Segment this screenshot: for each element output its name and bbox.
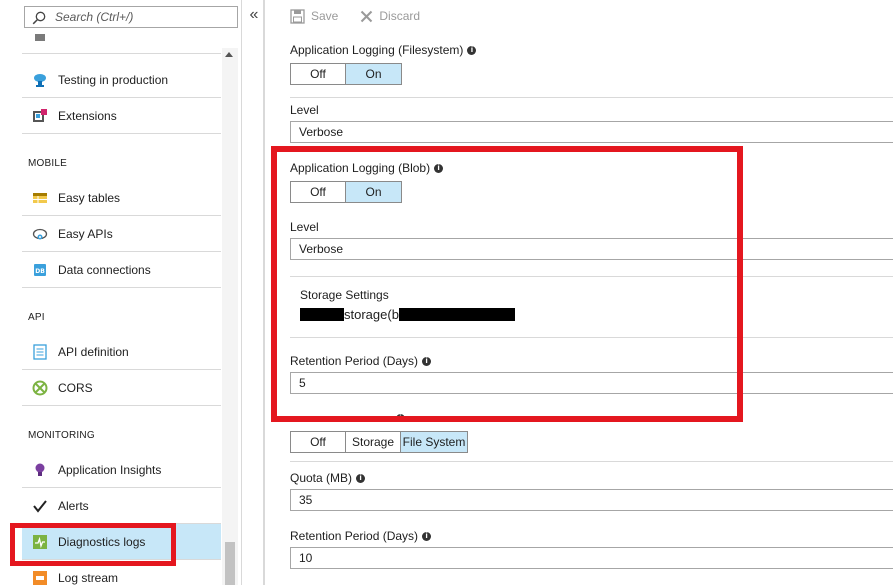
redaction-bar	[398, 308, 515, 321]
sidebar-item-data-connections[interactable]: DB Data connections	[22, 252, 221, 288]
section-header-api: API	[28, 312, 45, 323]
retention-filesystem-text: Retention Period (Days)	[290, 529, 419, 543]
sidebar-item-log-stream[interactable]: Log stream	[22, 560, 221, 585]
svg-text:DB: DB	[35, 268, 45, 275]
document-icon	[32, 343, 48, 360]
sidebar-item-extensions[interactable]: Extensions	[22, 98, 221, 134]
sidebar-item-label: Data connections	[58, 262, 151, 277]
separator	[290, 337, 893, 338]
separator	[290, 461, 893, 462]
app-logging-filesystem-label: Application Logging (Filesystem) i	[290, 43, 477, 57]
retention-blob-text: Retention Period (Days)	[290, 354, 419, 368]
scrollbar-thumb[interactable]	[225, 542, 235, 585]
sidebar-item-easy-tables[interactable]: Easy tables	[22, 180, 221, 216]
storage-account-text: storage(b	[344, 307, 399, 322]
info-icon[interactable]: i	[422, 356, 432, 366]
toggle-off-option[interactable]: Off	[291, 432, 346, 452]
sidebar-item-application-insights[interactable]: Application Insights	[22, 452, 221, 488]
cloud-flask-icon	[32, 72, 48, 88]
sidebar-item-label: Diagnostics logs	[58, 534, 146, 549]
info-icon: i	[396, 414, 405, 418]
retention-blob-label: Retention Period (Days) i	[290, 354, 432, 368]
sidebar-item-easy-apis[interactable]: Easy APIs	[22, 216, 221, 252]
redaction-bar	[300, 308, 344, 321]
retention-blob-input[interactable]: 5	[290, 372, 893, 394]
web-server-logging-label: i	[290, 411, 405, 418]
retention-filesystem-input[interactable]: 10	[290, 547, 893, 569]
command-bar: Save Discard	[290, 6, 442, 26]
checkmark-icon	[32, 498, 48, 514]
app-logging-filesystem-text: Application Logging (Filesystem)	[290, 43, 464, 57]
blade-divider	[263, 0, 265, 585]
sidebar-item-label: Easy tables	[58, 190, 121, 205]
sidebar-item-label: Easy APIs	[58, 226, 113, 241]
toggle-off-option[interactable]: Off	[291, 64, 346, 84]
storage-settings-value[interactable]: storage(b	[300, 307, 515, 322]
toggle-off-option[interactable]: Off	[291, 182, 346, 202]
app-logging-filesystem-toggle[interactable]: Off On	[290, 63, 402, 85]
cloud-api-icon	[32, 226, 48, 242]
info-icon[interactable]: i	[356, 473, 366, 483]
collapse-menu-button[interactable]: «	[246, 5, 262, 25]
info-icon[interactable]: i	[422, 531, 432, 541]
search-input[interactable]	[55, 8, 233, 26]
extensions-icon	[32, 108, 48, 124]
sidebar-item-partial[interactable]	[22, 34, 221, 54]
separator	[290, 97, 893, 98]
separator	[290, 276, 893, 277]
partial-icon	[32, 34, 48, 44]
sidebar-scrollbar[interactable]	[222, 48, 238, 585]
sidebar-item-label: CORS	[58, 380, 93, 395]
info-icon[interactable]: i	[467, 45, 477, 55]
save-label: Save	[311, 9, 339, 23]
app-logging-blob-toggle[interactable]: Off On	[290, 181, 402, 203]
sidebar-item-label: API definition	[58, 344, 129, 359]
sidebar-item-api-definition[interactable]: API definition	[22, 334, 221, 370]
info-icon[interactable]: i	[434, 163, 444, 173]
sidebar-item-label: Extensions	[58, 108, 117, 123]
level-filesystem-select[interactable]: Verbose	[290, 121, 893, 143]
sidebar-item-label: Log stream	[58, 570, 119, 585]
sidebar-item-cors[interactable]: CORS	[22, 370, 221, 406]
toggle-file-system-option[interactable]: File System	[401, 432, 467, 452]
section-header-mobile: MOBILE	[28, 158, 67, 169]
save-icon	[290, 8, 305, 24]
table-icon	[32, 190, 48, 206]
discard-label: Discard	[379, 9, 421, 23]
section-header-monitoring: MONITORING	[28, 430, 95, 441]
discard-button[interactable]: Discard	[360, 9, 420, 23]
diagnostics-icon	[32, 534, 48, 550]
toggle-on-option[interactable]: On	[346, 182, 401, 202]
scroll-up-arrow-icon[interactable]	[225, 52, 233, 57]
menu-list: Testing in production Extensions MOBILE	[22, 34, 221, 585]
quota-label: Quota (MB) i	[290, 471, 366, 485]
log-stream-icon	[32, 570, 48, 585]
sidebar-item-alerts[interactable]: Alerts	[22, 488, 221, 524]
cors-icon	[32, 380, 48, 396]
level-filesystem-label: Level	[290, 103, 319, 117]
toggle-storage-option[interactable]: Storage	[346, 432, 401, 452]
sidebar-item-label: Alerts	[58, 498, 89, 513]
quota-input[interactable]: 35	[290, 489, 893, 511]
lightbulb-icon	[32, 462, 48, 478]
sidebar-item-label: Testing in production	[58, 72, 169, 87]
level-blob-select[interactable]: Verbose	[290, 238, 893, 260]
sidebar-item-diagnostics-logs[interactable]: Diagnostics logs	[22, 524, 221, 560]
close-icon	[361, 10, 373, 22]
level-blob-label: Level	[290, 220, 319, 234]
database-icon: DB	[32, 262, 48, 278]
resource-menu: Testing in production Extensions MOBILE	[0, 0, 242, 585]
storage-settings-label: Storage Settings	[300, 288, 389, 302]
quota-text: Quota (MB)	[290, 471, 353, 485]
app-logging-blob-label: Application Logging (Blob) i	[290, 161, 444, 175]
web-server-logging-toggle[interactable]: Off Storage File System	[290, 431, 468, 453]
retention-filesystem-label: Retention Period (Days) i	[290, 529, 432, 543]
save-button[interactable]: Save	[290, 8, 339, 24]
search-box[interactable]	[24, 6, 238, 28]
toggle-on-option[interactable]: On	[346, 64, 401, 84]
sidebar-item-testing-in-production[interactable]: Testing in production	[22, 62, 221, 98]
search-icon	[32, 11, 46, 25]
sidebar-item-label: Application Insights	[58, 462, 162, 477]
app-logging-blob-text: Application Logging (Blob)	[290, 161, 431, 175]
